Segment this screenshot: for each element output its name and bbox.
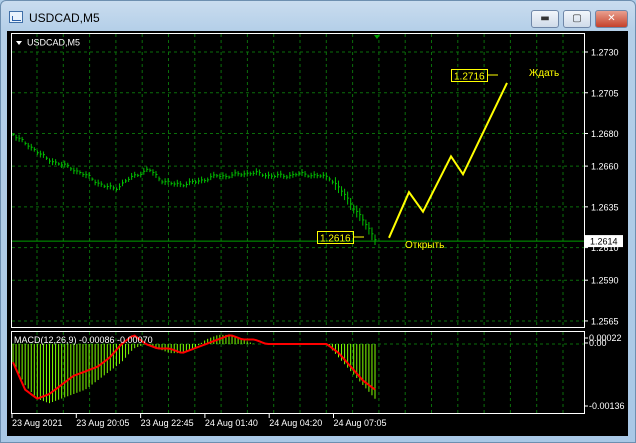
forecast-end-label: 1.2716 — [454, 72, 485, 83]
current-price-label: 1.2614 — [590, 237, 618, 247]
price-tick-label: 1.2590 — [591, 276, 619, 286]
open-signal-text: Открыть — [405, 240, 444, 251]
macd-label: MACD(12,26,9) -0.00086 -0.00070 — [14, 335, 153, 345]
time-label: 23 Aug 20:05 — [76, 418, 129, 428]
price-tick-label: 1.2680 — [591, 129, 619, 139]
time-label: 23 Aug 2021 — [12, 418, 63, 428]
time-label: 23 Aug 22:45 — [141, 418, 194, 428]
symbol-label: USDCAD,M5 — [27, 38, 80, 48]
time-label: 24 Aug 04:20 — [269, 418, 322, 428]
price-tick-label: 1.2660 — [591, 162, 619, 172]
price-tick-label: 1.2730 — [591, 48, 619, 58]
macd-tick-label: 0.00 — [589, 338, 607, 348]
time-label: 24 Aug 01:40 — [205, 418, 258, 428]
price-tick-label: 1.2635 — [591, 202, 619, 212]
price-tick-label: 1.2705 — [591, 88, 619, 98]
price-tick-label: 1.2565 — [591, 316, 619, 326]
price-chart[interactable]: 1.2616 1.2716 Открыть Ждать 1.2730 1.2705 1.2… — [0, 0, 636, 443]
time-label: 24 Aug 07:05 — [334, 418, 387, 428]
forecast-start-label: 1.2616 — [320, 234, 351, 245]
macd-tick-label: -0.00136 — [589, 401, 625, 411]
wait-signal-text: Ждать — [529, 68, 559, 79]
